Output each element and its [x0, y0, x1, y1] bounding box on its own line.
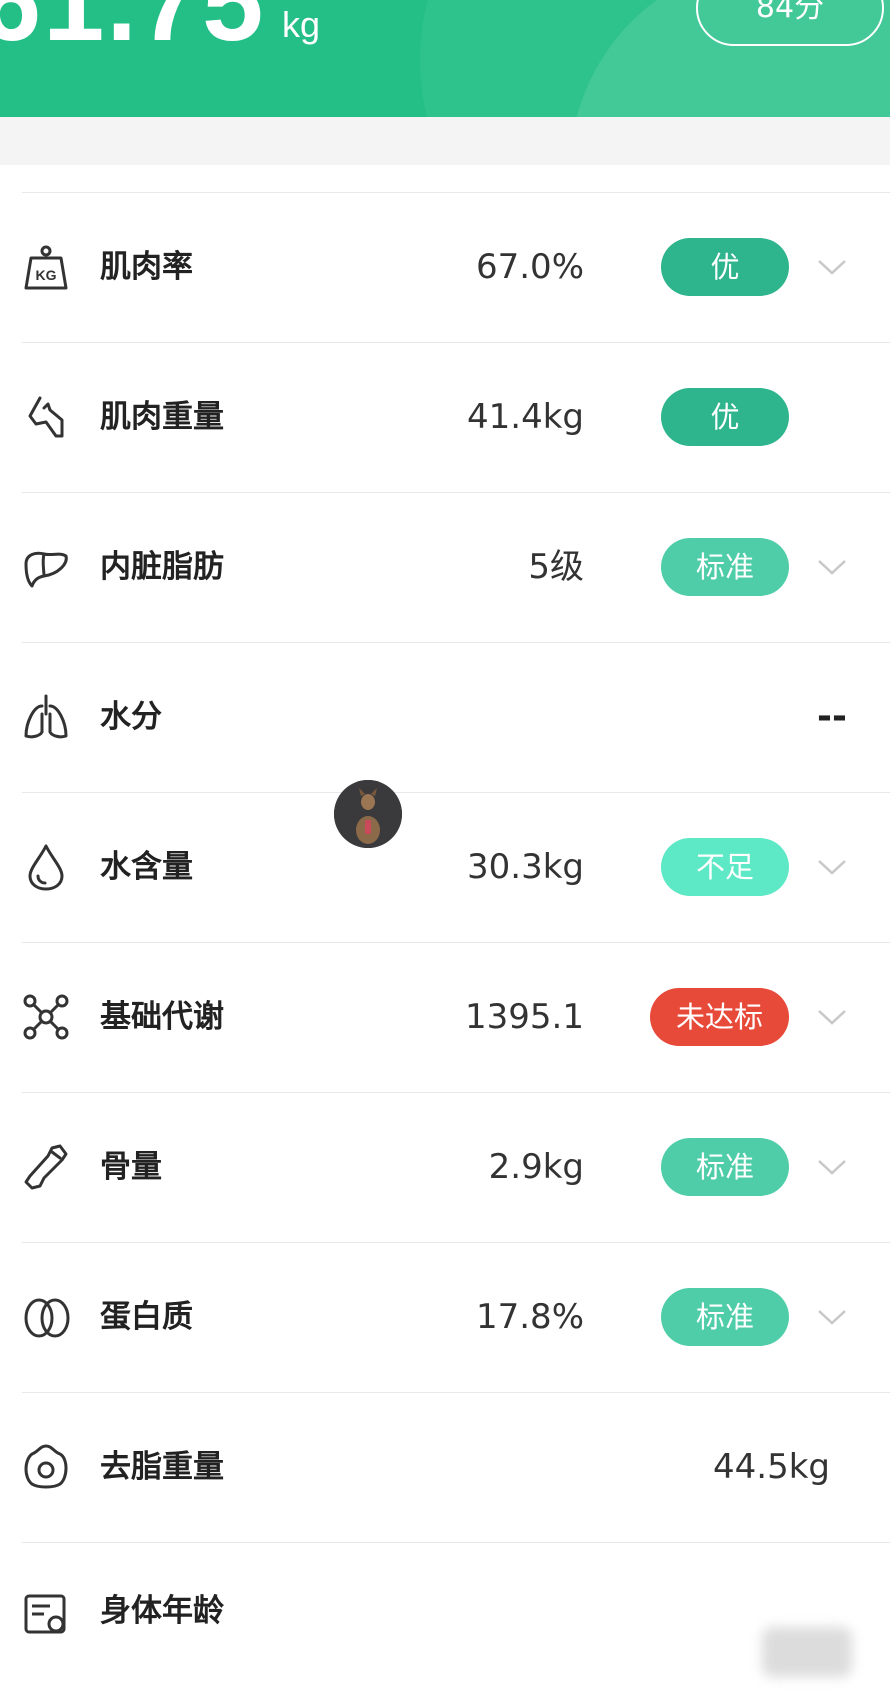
- metric-label: 内脏脂肪: [100, 549, 224, 585]
- status-badge: 优: [661, 238, 789, 296]
- metric-row-muscle-mass: 肌肉重量 41.4kg 优: [22, 342, 890, 492]
- metric-label: 水含量: [100, 849, 193, 885]
- metric-label: 基础代谢: [100, 999, 224, 1035]
- metric-row-fat-free-mass: 去脂重量 44.5kg: [22, 1392, 890, 1542]
- water-drop-icon: [22, 842, 70, 892]
- metric-label: 肌肉率: [100, 249, 193, 285]
- bone-icon: [22, 1142, 70, 1192]
- weight-value: 61.75: [0, 0, 266, 64]
- metric-row-water: 水分 --: [22, 642, 890, 792]
- result-header: 61.75 kg 84分: [0, 0, 890, 117]
- section-gap: [0, 117, 890, 165]
- metric-value: 30.3kg: [467, 847, 584, 887]
- lungs-icon: [22, 692, 70, 742]
- chevron-down-icon[interactable]: [815, 1300, 849, 1334]
- svg-text:KG: KG: [36, 267, 57, 283]
- metric-label: 肌肉重量: [100, 399, 224, 435]
- status-badge: 未达标: [650, 988, 789, 1046]
- floating-avatar[interactable]: [334, 780, 402, 848]
- status-badge: 优: [661, 388, 789, 446]
- metric-row-basal-metabolism[interactable]: 基础代谢 1395.1 未达标: [22, 942, 890, 1092]
- metric-row-muscle-rate[interactable]: KG 肌肉率 67.0% 优: [22, 192, 890, 342]
- chevron-down-icon[interactable]: [815, 850, 849, 884]
- status-badge: 标准: [661, 538, 789, 596]
- blurred-value: [762, 1627, 852, 1677]
- liver-icon: [22, 542, 70, 592]
- metric-label: 去脂重量: [100, 1449, 224, 1485]
- metric-value: 44.5kg: [713, 1447, 830, 1487]
- metric-label: 蛋白质: [100, 1299, 193, 1335]
- muscle-arm-icon: [22, 392, 70, 442]
- metric-label: 水分: [100, 699, 162, 735]
- metric-value: --: [817, 696, 847, 737]
- metric-row-visceral-fat[interactable]: 内脏脂肪 5级 标准: [22, 492, 890, 642]
- weight-unit: kg: [282, 4, 321, 45]
- metric-value: 41.4kg: [467, 397, 584, 437]
- chevron-down-icon[interactable]: [815, 550, 849, 584]
- metric-label: 骨量: [100, 1149, 162, 1185]
- score-button[interactable]: 84分: [696, 0, 884, 46]
- chevron-down-icon[interactable]: [815, 1150, 849, 1184]
- metric-row-water-content[interactable]: 水含量 30.3kg 不足: [22, 792, 890, 942]
- metric-row-bone-mass[interactable]: 骨量 2.9kg 标准: [22, 1092, 890, 1242]
- metric-label: 身体年龄: [100, 1593, 224, 1629]
- metric-value: 2.9kg: [488, 1147, 584, 1187]
- chevron-down-icon[interactable]: [815, 1000, 849, 1034]
- body-age-card-icon: [22, 1590, 70, 1640]
- status-badge: 标准: [661, 1288, 789, 1346]
- metric-value: 17.8%: [475, 1297, 584, 1337]
- status-badge: 标准: [661, 1138, 789, 1196]
- molecule-icon: [22, 992, 70, 1042]
- fat-free-mass-icon: [22, 1442, 70, 1492]
- metric-row-body-age: 身体年龄: [22, 1542, 890, 1692]
- egg-icon: [22, 1292, 70, 1342]
- metric-value: 67.0%: [475, 247, 584, 287]
- metric-row-protein[interactable]: 蛋白质 17.8% 标准: [22, 1242, 890, 1392]
- metric-value: 5级: [528, 547, 584, 587]
- kg-weight-icon: KG: [22, 242, 70, 292]
- chevron-down-icon[interactable]: [815, 250, 849, 284]
- status-badge: 不足: [661, 838, 789, 896]
- metric-value: 1395.1: [465, 997, 584, 1037]
